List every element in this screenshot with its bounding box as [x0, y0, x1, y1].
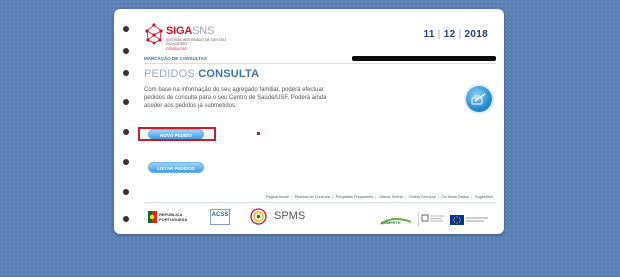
binder-hole — [123, 70, 129, 76]
breadcrumb[interactable]: MARCAÇÃO DE CONSULTAS — [144, 56, 207, 61]
page-description: Com base na informação do seu agregado f… — [144, 87, 327, 109]
binder-hole — [123, 26, 129, 32]
footer-link-requests[interactable]: Pedidos de Consulta — [295, 195, 330, 199]
footer-link-home[interactable]: Página Inicial — [266, 195, 289, 199]
footer-link-suggestions[interactable]: Sugestões — [475, 195, 493, 199]
pencil-note-icon — [466, 86, 492, 112]
footer-link-other-services[interactable]: Outros Serviços — [409, 195, 436, 199]
binder-hole — [123, 216, 129, 222]
page-title: PEDIDOS CONSULTA — [144, 68, 260, 80]
eu-flag-logo — [450, 213, 490, 225]
footer-link-change-password[interactable]: Alterar Senha — [379, 195, 402, 199]
footer-link-my-data[interactable]: Os Meus Dados — [442, 195, 469, 199]
network-logo-icon — [145, 23, 163, 45]
binder-hole — [123, 99, 129, 105]
brand-tagline: CONSULTAS — [166, 47, 187, 51]
spms-logo: SPMS — [274, 210, 306, 222]
annotation-highlight-box — [138, 127, 216, 141]
binder-hole — [123, 129, 129, 135]
footer-nav: Página Inicial | Pedidos de Consulta | Per… — [265, 195, 493, 199]
binder-hole — [123, 48, 129, 54]
brand-name: SIGASNS — [166, 25, 215, 37]
regional-program-logo — [418, 212, 447, 226]
main-card: SIGASNS SISTEMA INTEGRADO DE GESTÃO DO A… — [114, 9, 504, 234]
header-divider — [144, 63, 496, 64]
binder-hole — [123, 159, 129, 165]
republica-portuguesa-logo: REPÚBLICA PORTUGUESA — [148, 210, 192, 226]
footer-link-faq[interactable]: Perguntas Frequentes — [336, 195, 374, 199]
compete-logo: COMPETE — [379, 212, 413, 226]
annotation-marker — [257, 132, 260, 135]
acss-logo: ACSS — [210, 209, 230, 225]
footer-divider — [144, 202, 496, 203]
redacted-user-info — [352, 56, 496, 61]
list-requests-button[interactable]: LISTAR PEDIDOS — [148, 162, 204, 173]
siga-sns-logo[interactable]: SIGASNS SISTEMA INTEGRADO DE GESTÃO DO A… — [144, 23, 234, 53]
brand-subtitle: SISTEMA INTEGRADO DE GESTÃO DO ACESSO — [166, 38, 226, 46]
sns-circle-logo — [250, 208, 267, 225]
current-date: 11 | 12 | 2018 — [423, 29, 488, 40]
binder-hole — [123, 189, 129, 195]
flag-icon — [148, 211, 157, 223]
